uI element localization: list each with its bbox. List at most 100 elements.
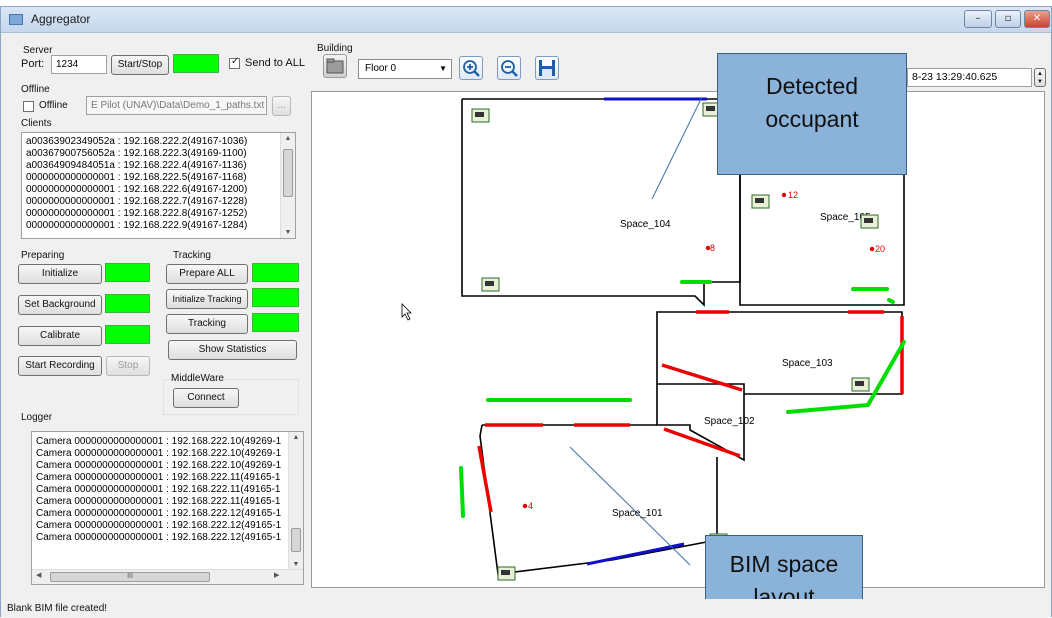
clients-label: Clients (21, 118, 52, 129)
scroll-down-icon[interactable]: ▼ (289, 561, 303, 568)
log-entry: Camera 0000000000000001 : 192.168.222.10… (36, 436, 282, 447)
log-entry: Camera 0000000000000001 : 192.168.222.12… (36, 508, 282, 519)
floor-select[interactable]: Floor 0 ▼ (358, 59, 452, 79)
clients-scrollbar[interactable]: ▲ ▼ (280, 133, 295, 238)
bim-leader-line (569, 446, 691, 566)
open-folder-icon[interactable] (323, 54, 347, 78)
initialize-button[interactable]: Initialize (18, 264, 102, 284)
space-label: Space_102 (704, 416, 755, 427)
start-recording-button[interactable]: Start Recording (18, 356, 102, 376)
door-102-south (663, 427, 741, 458)
offline-group-label: Offline (21, 84, 50, 95)
app-icon (9, 14, 23, 25)
hscroll-thumb[interactable]: III (50, 572, 210, 582)
scroll-thumb[interactable] (291, 528, 301, 552)
show-statistics-button[interactable]: Show Statistics (168, 340, 297, 360)
log-entry: Camera 0000000000000001 : 192.168.222.11… (36, 496, 281, 507)
wall-space-104 (461, 99, 741, 307)
logger-label: Logger (21, 412, 53, 423)
preparing-label: Preparing (21, 250, 65, 261)
floor-plan-svg: Space_104 Space_105 Space_103 Space_102 … (401, 96, 906, 581)
port-label: Port: (21, 58, 45, 70)
logger-list[interactable]: Camera 0000000000000001 : 192.168.222.10… (31, 431, 304, 585)
tracking-init-status-indicator (252, 288, 299, 307)
scroll-left-icon[interactable]: ◀ (36, 571, 41, 579)
path-e (786, 340, 906, 414)
list-item[interactable]: a00367900756052a : 192.168.222.3(49169-1… (22, 148, 295, 160)
send-to-all-checkbox[interactable]: ✓ (229, 56, 240, 69)
scroll-right-icon[interactable]: ▶ (274, 571, 279, 579)
scroll-down-icon[interactable]: ▼ (281, 229, 295, 236)
zoom-out-icon[interactable] (497, 56, 521, 80)
status-text: Blank BIM file created! (7, 603, 108, 614)
callout-detected-line1: Detected (765, 73, 859, 99)
list-item[interactable]: 0000000000000001 : 192.168.222.6(49167-1… (22, 184, 295, 196)
space-label: Space_103 (782, 358, 833, 369)
list-item[interactable]: 0000000000000001 : 192.168.222.5(49167-1… (22, 172, 295, 184)
save-icon[interactable] (535, 56, 559, 80)
list-item[interactable]: 0000000000000001 : 192.168.222.9(49167-1… (22, 220, 295, 232)
door-102-north (661, 363, 743, 392)
prepare-all-status-indicator (252, 263, 299, 282)
logger-vscrollbar[interactable]: ▲ ▼ (288, 432, 303, 570)
wall-space-105 (739, 170, 905, 306)
scroll-up-icon[interactable]: ▲ (289, 434, 303, 441)
minimize-button[interactable]: – (964, 10, 992, 28)
windows (586, 97, 707, 566)
set-background-button[interactable]: Set Background (18, 295, 102, 315)
tracking-button[interactable]: Tracking (166, 314, 248, 334)
occupant-dot (869, 246, 875, 252)
clients-list[interactable]: a00363902349052a : 192.168.222.2(49167-1… (21, 132, 296, 239)
clients-rows: a00363902349052a : 192.168.222.2(49167-1… (22, 133, 295, 232)
calibrate-button[interactable]: Calibrate (18, 326, 102, 346)
aggregator-window: Aggregator – ▫ ✕ Server Port: 1234 Start… (0, 6, 1052, 618)
port-input[interactable]: 1234 (51, 55, 107, 74)
path-f (887, 298, 895, 304)
stop-button[interactable]: Stop (106, 356, 150, 376)
logger-hscrollbar[interactable]: ◀ III ▶ (32, 569, 303, 584)
timestamp-field[interactable]: 8-23 13:29:40.625 (907, 68, 1032, 87)
camera-icon (497, 566, 516, 581)
calibrate-status-indicator (105, 325, 150, 344)
offline-path-input[interactable]: E Pilot (UNAV)\Data\Demo_1_paths.txt (86, 96, 267, 115)
occupants: 12 8 20 4 (522, 190, 885, 511)
list-item[interactable]: 0000000000000001 : 192.168.222.7(49167-1… (22, 196, 295, 208)
floor-select-value: Floor 0 (365, 63, 397, 74)
start-stop-button[interactable]: Start/Stop (111, 55, 169, 75)
scroll-up-icon[interactable]: ▲ (281, 135, 295, 142)
connect-button[interactable]: Connect (173, 388, 239, 408)
door-101-west (477, 445, 493, 513)
bim-map-canvas[interactable]: Space_104 Space_105 Space_103 Space_102 … (311, 91, 1045, 588)
offline-checkbox[interactable] (23, 101, 34, 112)
prepare-all-button[interactable]: Prepare ALL (166, 264, 248, 284)
doors (477, 310, 904, 513)
offline-checkbox-label: Offline (39, 100, 68, 111)
scroll-thumb[interactable] (283, 149, 293, 197)
occupant-id: 12 (788, 190, 798, 200)
log-entry: Camera 0000000000000001 : 192.168.222.10… (36, 448, 282, 459)
detected-paths (459, 280, 906, 518)
occupant-id: 8 (710, 243, 715, 253)
browse-button[interactable]: ... (272, 96, 291, 116)
list-item[interactable]: a00364909484051a : 192.168.222.4(49167-1… (22, 160, 295, 172)
initialize-tracking-button[interactable]: Initialize Tracking (166, 289, 248, 309)
callout-bim-line1: BIM space (729, 551, 839, 577)
list-item[interactable]: a00363902349052a : 192.168.222.2(49167-1… (22, 136, 295, 148)
building-label: Building (317, 43, 353, 54)
timestamp-spin-icon[interactable]: ▲ ▼ (1034, 68, 1046, 87)
occupant-dot (781, 192, 787, 198)
maximize-button[interactable]: ▫ (995, 10, 1021, 28)
log-entry: Camera 0000000000000001 : 192.168.222.11… (36, 484, 281, 495)
mouse-cursor-icon (401, 303, 412, 321)
path-d (459, 466, 465, 518)
window-title: Aggregator (31, 12, 91, 26)
log-entry: Camera 0000000000000001 : 192.168.222.12… (36, 532, 282, 543)
close-button[interactable]: ✕ (1024, 10, 1050, 28)
title-bar: Aggregator – ▫ ✕ (1, 7, 1051, 33)
camera-icon (851, 377, 870, 392)
zoom-in-icon[interactable] (459, 56, 483, 80)
server-label: Server (23, 45, 53, 56)
list-item[interactable]: 0000000000000001 : 192.168.222.8(49167-1… (22, 208, 295, 220)
send-to-all-label: Send to ALL (245, 57, 305, 69)
occupant-id: 20 (875, 244, 885, 254)
